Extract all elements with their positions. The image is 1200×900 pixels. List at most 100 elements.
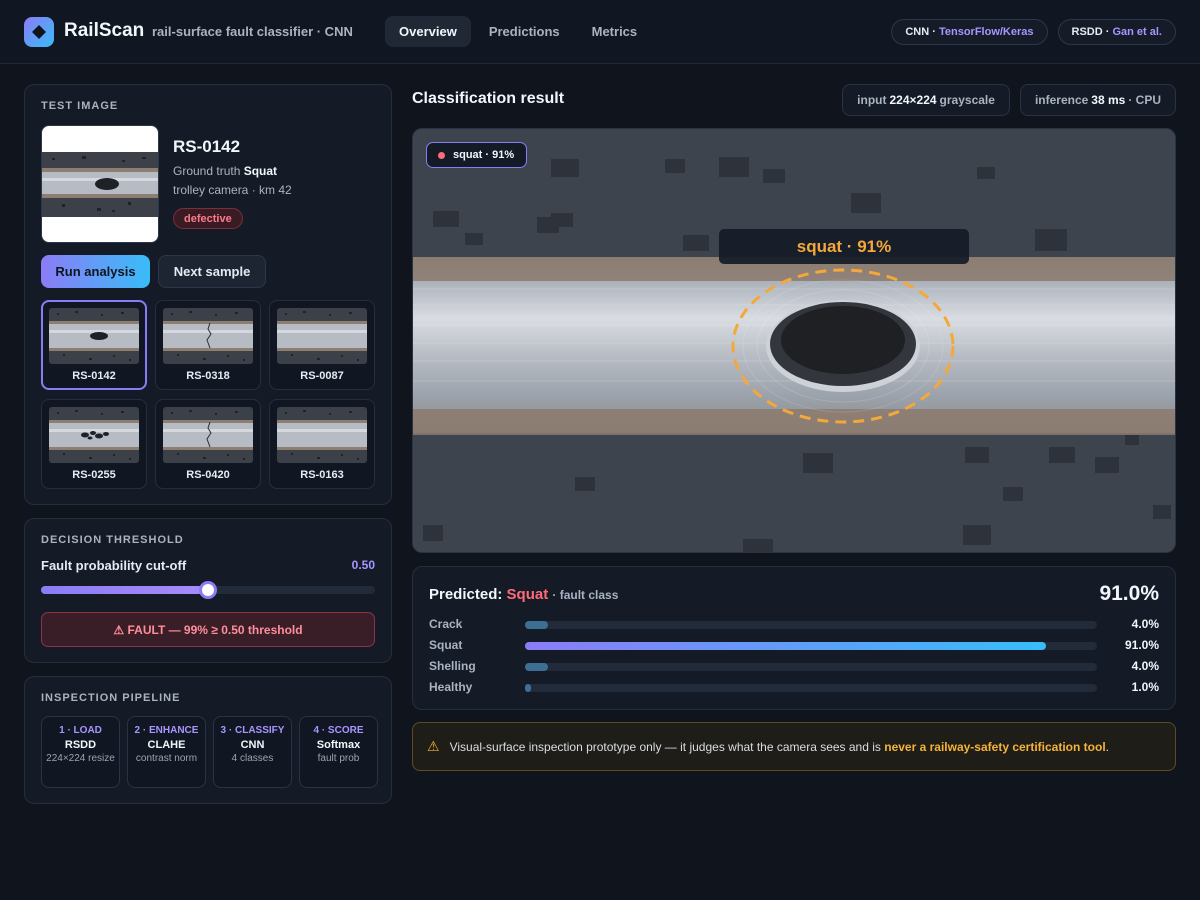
- chip-suffix: · CPU: [1128, 93, 1161, 107]
- probability-value: 91.0%: [1124, 638, 1159, 652]
- class-name: Crack: [429, 617, 463, 631]
- main-nav: Overview Predictions Metrics: [385, 16, 651, 47]
- framework-chip: CNN · TensorFlow/Keras: [891, 19, 1048, 45]
- tab-metrics[interactable]: Metrics: [578, 16, 652, 47]
- test-image-card: TEST IMAGE RS-0142 Ground truth Squat tr…: [24, 84, 392, 505]
- chip-key: CNN: [905, 26, 930, 38]
- warning-highlight: never a railway-safety certification too…: [884, 739, 1106, 754]
- chip-value: 224×224: [889, 93, 937, 107]
- slider-fill: [41, 586, 208, 594]
- ground-truth-value: Squat: [243, 164, 278, 178]
- ground-truth-label: Ground truth: [173, 164, 241, 178]
- class-name: Shelling: [429, 659, 476, 673]
- fault-alert: ⚠ FAULT — 99% ≥ 0.50 threshold: [41, 612, 375, 647]
- sample-id: RS-0142: [173, 137, 241, 156]
- rail-closeup-image: [413, 129, 1175, 552]
- sample-thumbnail: [277, 407, 367, 463]
- sample-tile[interactable]: RS-0318: [155, 300, 261, 390]
- pipeline-step-score: 4 · SCORE Softmax fault prob: [299, 716, 378, 788]
- tab-overview[interactable]: Overview: [385, 16, 471, 47]
- probability-value: 1.0%: [1131, 680, 1159, 694]
- image-viewer[interactable]: squat · 91% squat · 91%: [412, 128, 1176, 553]
- app-header: RailScan rail-surface fault classifier ·…: [0, 0, 1200, 64]
- chip-prefix: inference: [1034, 93, 1089, 107]
- warning-body: Visual-surface inspection prototype only…: [449, 739, 881, 754]
- predicted-prefix: Predicted:: [429, 586, 503, 603]
- app-name: RailScan: [64, 20, 145, 41]
- probability-row: Crack 4.0%: [429, 617, 1159, 633]
- chip-value: 38 ms: [1091, 93, 1126, 107]
- ground-truth: Ground truth Squat: [173, 164, 277, 178]
- warning-text: Visual-surface inspection prototype only…: [450, 740, 1109, 754]
- prediction-card: Predicted: Squat · fault class 91.0% Cra…: [412, 566, 1176, 710]
- detection-label: squat · 91%: [719, 229, 969, 264]
- status-dot: [438, 151, 445, 159]
- warning-icon: ⚠: [427, 738, 440, 754]
- app-logo: [24, 17, 54, 47]
- probability-bar: [525, 621, 1097, 629]
- step-name: Softmax: [316, 739, 361, 751]
- sample-thumbnail: [163, 308, 253, 364]
- probability-fill: [525, 642, 1046, 650]
- predicted-suffix: · fault class: [552, 588, 619, 602]
- diamond-icon: [32, 25, 46, 39]
- step-desc: 4 classes: [231, 753, 274, 764]
- probability-bar: [525, 684, 1097, 692]
- pipeline-card: INSPECTION PIPELINE 1 · LOAD RSDD 224×22…: [24, 676, 392, 804]
- class-name: Squat: [429, 638, 463, 652]
- step-name: CNN: [240, 739, 265, 751]
- result-title: Classification result: [412, 90, 565, 107]
- probability-fill: [525, 621, 548, 629]
- chip-key: RSDD: [1071, 26, 1103, 38]
- threshold-slider[interactable]: [41, 581, 375, 599]
- chip-value: Gan et al.: [1112, 26, 1162, 38]
- sample-tile[interactable]: RS-0420: [155, 399, 261, 489]
- dataset-chip: RSDD · Gan et al.: [1057, 19, 1176, 45]
- card-title: TEST IMAGE: [41, 100, 119, 112]
- step-head: 1 · LOAD: [59, 725, 102, 736]
- probability-row: Healthy 1.0%: [429, 680, 1159, 696]
- predicted-class: Predicted: Squat · fault class: [429, 586, 618, 603]
- predicted-class-name: Squat: [506, 586, 549, 603]
- sample-tile[interactable]: RS-0163: [269, 399, 375, 489]
- sample-tile[interactable]: RS-0255: [41, 399, 147, 489]
- sample-tile-label: RS-0420: [186, 469, 230, 481]
- inference-time-chip: inference 38 ms · CPU: [1019, 84, 1176, 116]
- overlay-label: squat · 91%: [453, 149, 515, 161]
- step-desc: contrast norm: [135, 753, 198, 764]
- prediction-overlay-chip: squat · 91%: [426, 142, 528, 168]
- sample-tile-label: RS-0087: [300, 370, 344, 382]
- step-name: CLAHE: [147, 739, 186, 751]
- card-title: DECISION THRESHOLD: [41, 534, 184, 546]
- step-head: 3 · CLASSIFY: [220, 725, 285, 736]
- step-head: 2 · ENHANCE: [134, 725, 199, 736]
- probability-fill: [525, 663, 548, 671]
- framework-chips: CNN · TensorFlow/Keras RSDD · Gan et al.: [891, 19, 1176, 45]
- sample-thumbnail: [277, 308, 367, 364]
- probability-fill: [525, 684, 531, 692]
- pipeline-step-enhance: 2 · ENHANCE CLAHE contrast norm: [127, 716, 206, 788]
- tab-predictions[interactable]: Predictions: [475, 16, 574, 47]
- pipeline-steps: 1 · LOAD RSDD 224×224 resize 2 · ENHANCE…: [41, 716, 378, 788]
- status-badge: defective: [173, 208, 243, 229]
- safety-warning: ⚠ Visual-surface inspection prototype on…: [412, 722, 1176, 771]
- sample-tile-label: RS-0163: [300, 469, 344, 481]
- run-analysis-button[interactable]: Run analysis: [41, 255, 150, 288]
- class-name: Healthy: [429, 680, 473, 694]
- sample-thumbnail: [49, 308, 139, 364]
- sample-tile-label: RS-0255: [72, 469, 116, 481]
- sample-tile[interactable]: RS-0087: [269, 300, 375, 390]
- threshold-value: 0.50: [351, 558, 375, 572]
- slider-thumb[interactable]: [199, 581, 217, 599]
- chip-suffix: grayscale: [939, 93, 995, 107]
- next-sample-button[interactable]: Next sample: [158, 255, 266, 288]
- prediction-confidence: 91.0%: [1099, 582, 1159, 605]
- sample-tile[interactable]: RS-0142: [41, 300, 147, 390]
- sample-tile-label: RS-0318: [186, 370, 230, 382]
- card-title: INSPECTION PIPELINE: [41, 692, 181, 704]
- probability-value: 4.0%: [1131, 617, 1159, 631]
- step-desc: 224×224 resize: [46, 753, 115, 764]
- probability-bar: [525, 663, 1097, 671]
- pipeline-step-classify: 3 · CLASSIFY CNN 4 classes: [213, 716, 292, 788]
- chip-value: TensorFlow/Keras: [938, 26, 1034, 38]
